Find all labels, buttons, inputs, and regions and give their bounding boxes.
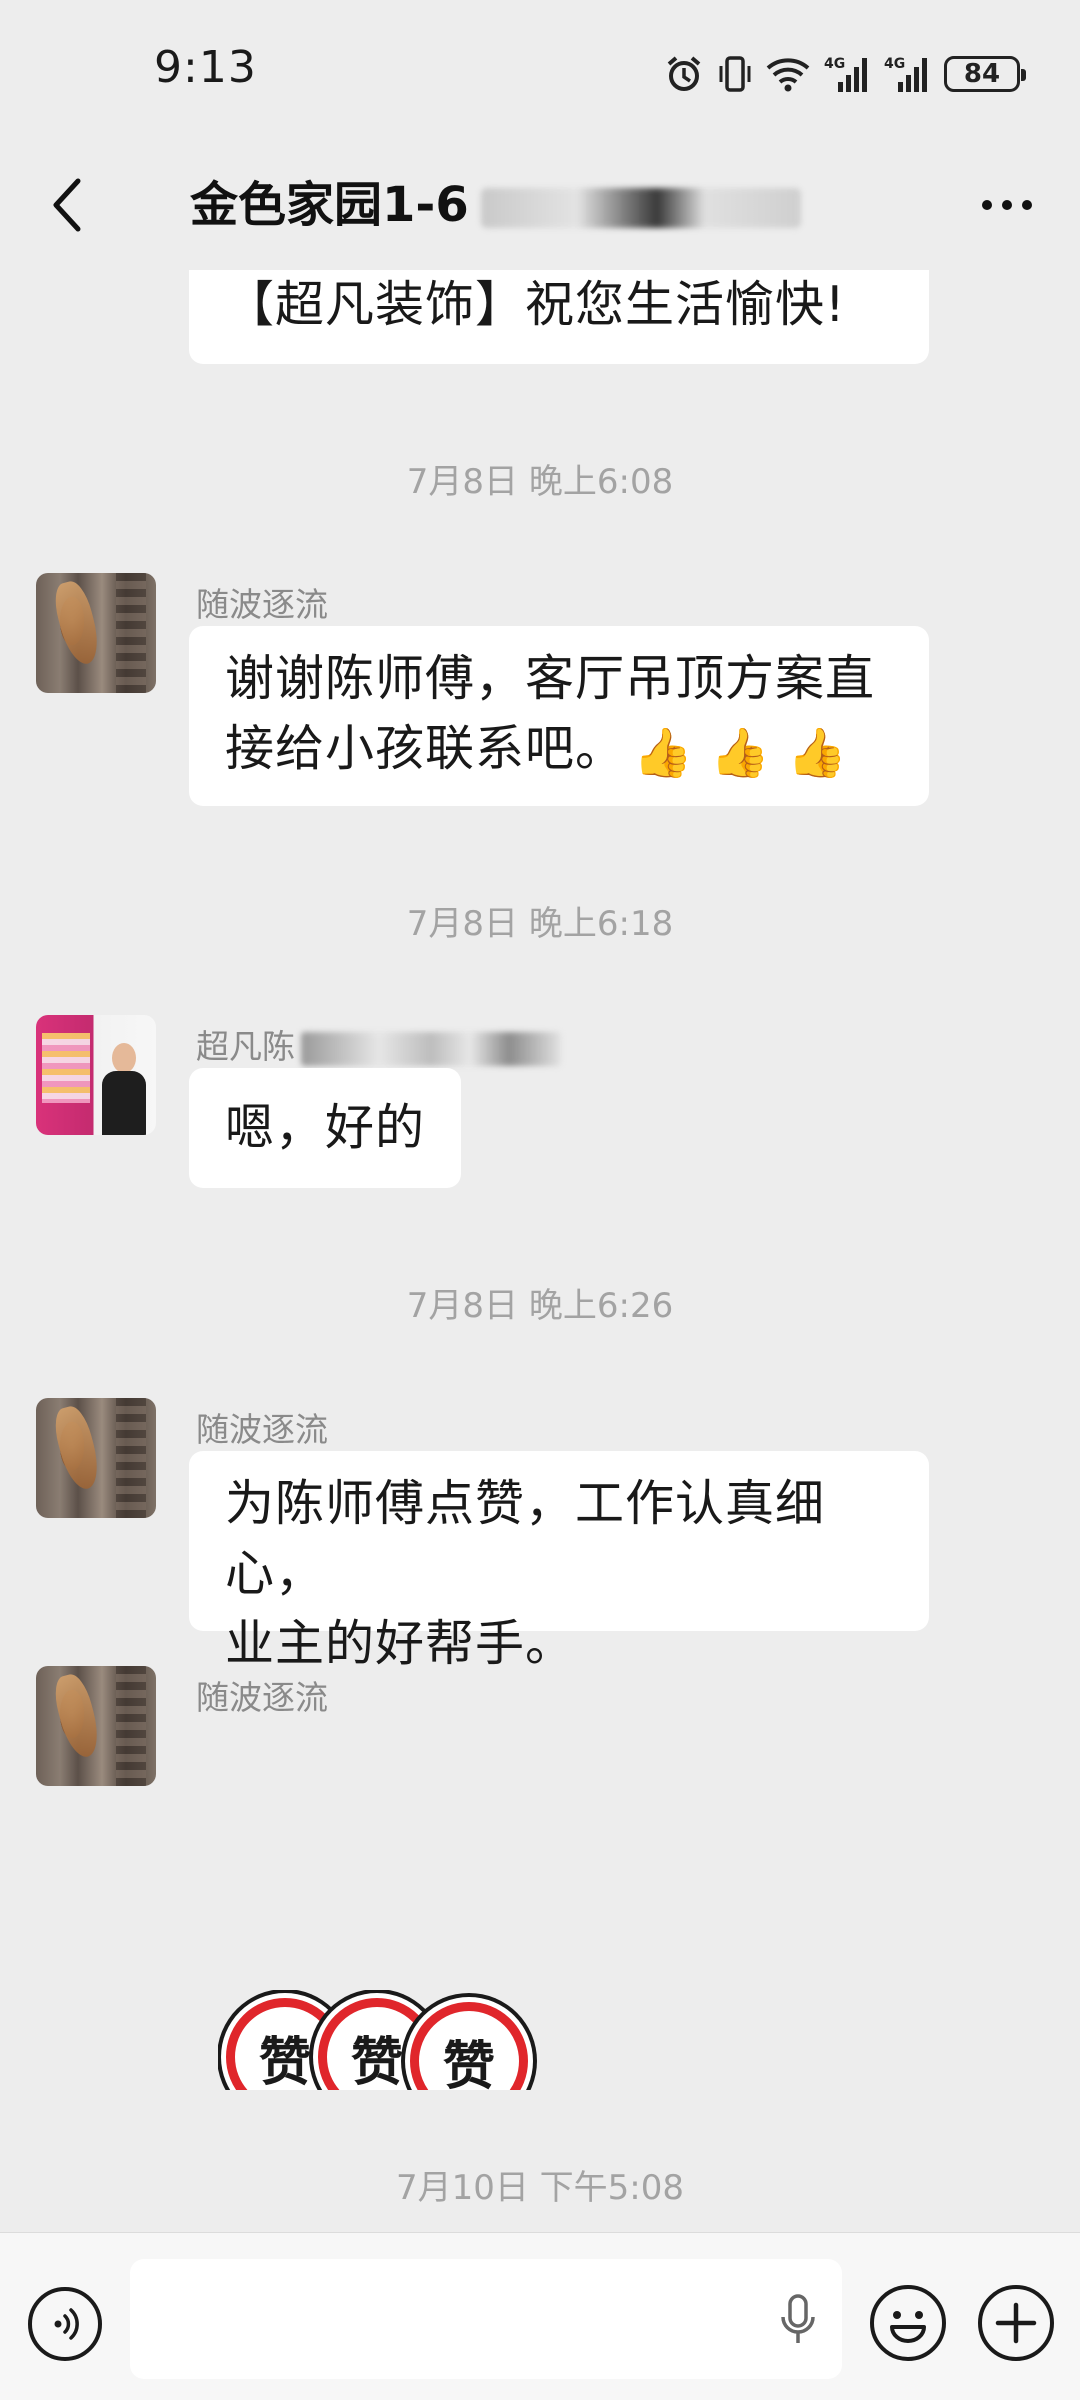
sticker-message[interactable]: 赞 赞 赞 bbox=[218, 1990, 538, 2090]
message-bubble[interactable]: 谢谢陈师傅，客厅吊顶方案直 接给小孩联系吧。 👍 👍 👍 bbox=[189, 626, 929, 806]
chat-title-text: 金色家园1-6 bbox=[190, 177, 469, 233]
message-input[interactable] bbox=[130, 2259, 842, 2379]
chat-title: 金色家园1-6 bbox=[190, 168, 890, 242]
thumbs-up-emoji: 👍 👍 👍 bbox=[633, 725, 848, 781]
plus-button[interactable] bbox=[978, 2285, 1054, 2361]
emoji-icon bbox=[890, 2311, 926, 2343]
message-text-line: 业主的好帮手。 bbox=[225, 1615, 576, 1672]
message-text-line: 接给小孩联系吧。 👍 👍 👍 bbox=[225, 714, 893, 788]
more-button[interactable] bbox=[970, 168, 1044, 242]
avatar-person bbox=[102, 1043, 146, 1135]
network-label-2: 4G bbox=[884, 56, 905, 72]
emoji-button[interactable] bbox=[870, 2285, 946, 2361]
timestamp: 7月10日 下午5:08 bbox=[395, 2168, 685, 2208]
chat-message-list[interactable]: 【超凡装饰】祝您生活愉快! 7月8日 晚上6:08 随波逐流 谢谢陈师傅，客厅吊… bbox=[0, 270, 1080, 2232]
sender-name: 随波逐流 bbox=[196, 585, 328, 624]
chat-header: 金色家园1-6 bbox=[0, 140, 1080, 270]
message-text: 嗯，好的 bbox=[225, 1099, 426, 1156]
signal-icon-1: 4G bbox=[824, 54, 870, 94]
redacted-name-blur bbox=[301, 1031, 561, 1066]
message-bubble[interactable]: 为陈师傅点赞，工作认真细心， 业主的好帮手。 bbox=[189, 1451, 929, 1672]
signal-icon-2: 4G bbox=[884, 54, 930, 94]
mic-icon[interactable] bbox=[778, 2293, 818, 2347]
input-bar bbox=[0, 2232, 1080, 2400]
avatar[interactable] bbox=[36, 573, 156, 693]
status-bar: 9:13 4G 4G 84 bbox=[0, 0, 1080, 140]
plus-icon bbox=[995, 2302, 1037, 2344]
timestamp: 7月8日 晚上6:18 bbox=[406, 904, 674, 944]
status-icons: 4G 4G 84 bbox=[664, 50, 1026, 98]
network-label-1: 4G bbox=[824, 56, 845, 72]
message-text-line: 为陈师傅点赞，工作认真细心， bbox=[225, 1475, 826, 1602]
chevron-left-icon bbox=[53, 178, 81, 232]
voice-button[interactable] bbox=[28, 2287, 102, 2361]
message-text-line: 谢谢陈师傅，客厅吊顶方案直 bbox=[225, 650, 876, 707]
message-bubble[interactable]: 【超凡装饰】祝您生活愉快! bbox=[189, 270, 929, 364]
avatar-promo-text bbox=[42, 1033, 90, 1103]
alarm-icon bbox=[664, 54, 704, 94]
timestamp: 7月8日 晚上6:08 bbox=[406, 462, 674, 502]
zan-sticker: 赞 bbox=[410, 2002, 528, 2090]
avatar[interactable] bbox=[36, 1015, 156, 1135]
sender-name: 随波逐流 bbox=[196, 1678, 328, 1717]
message-text: 【超凡装饰】祝您生活愉快! bbox=[225, 276, 846, 333]
voice-icon bbox=[54, 2308, 79, 2340]
timestamp: 7月8日 晚上6:26 bbox=[406, 1286, 674, 1326]
sender-name: 随波逐流 bbox=[196, 1410, 328, 1449]
message-bubble[interactable]: 嗯，好的 bbox=[189, 1068, 462, 1188]
redacted-title-blur bbox=[480, 188, 801, 228]
back-button[interactable] bbox=[36, 168, 96, 242]
battery-level: 84 bbox=[963, 59, 1001, 89]
battery-icon: 84 bbox=[944, 56, 1026, 92]
avatar[interactable] bbox=[36, 1398, 156, 1518]
status-time: 9:13 bbox=[154, 42, 257, 93]
sender-name: 超凡陈 bbox=[196, 1020, 561, 1068]
more-dots-icon bbox=[982, 200, 992, 210]
avatar[interactable] bbox=[36, 1666, 156, 1786]
vibrate-icon bbox=[718, 54, 752, 94]
wifi-icon bbox=[766, 56, 810, 92]
